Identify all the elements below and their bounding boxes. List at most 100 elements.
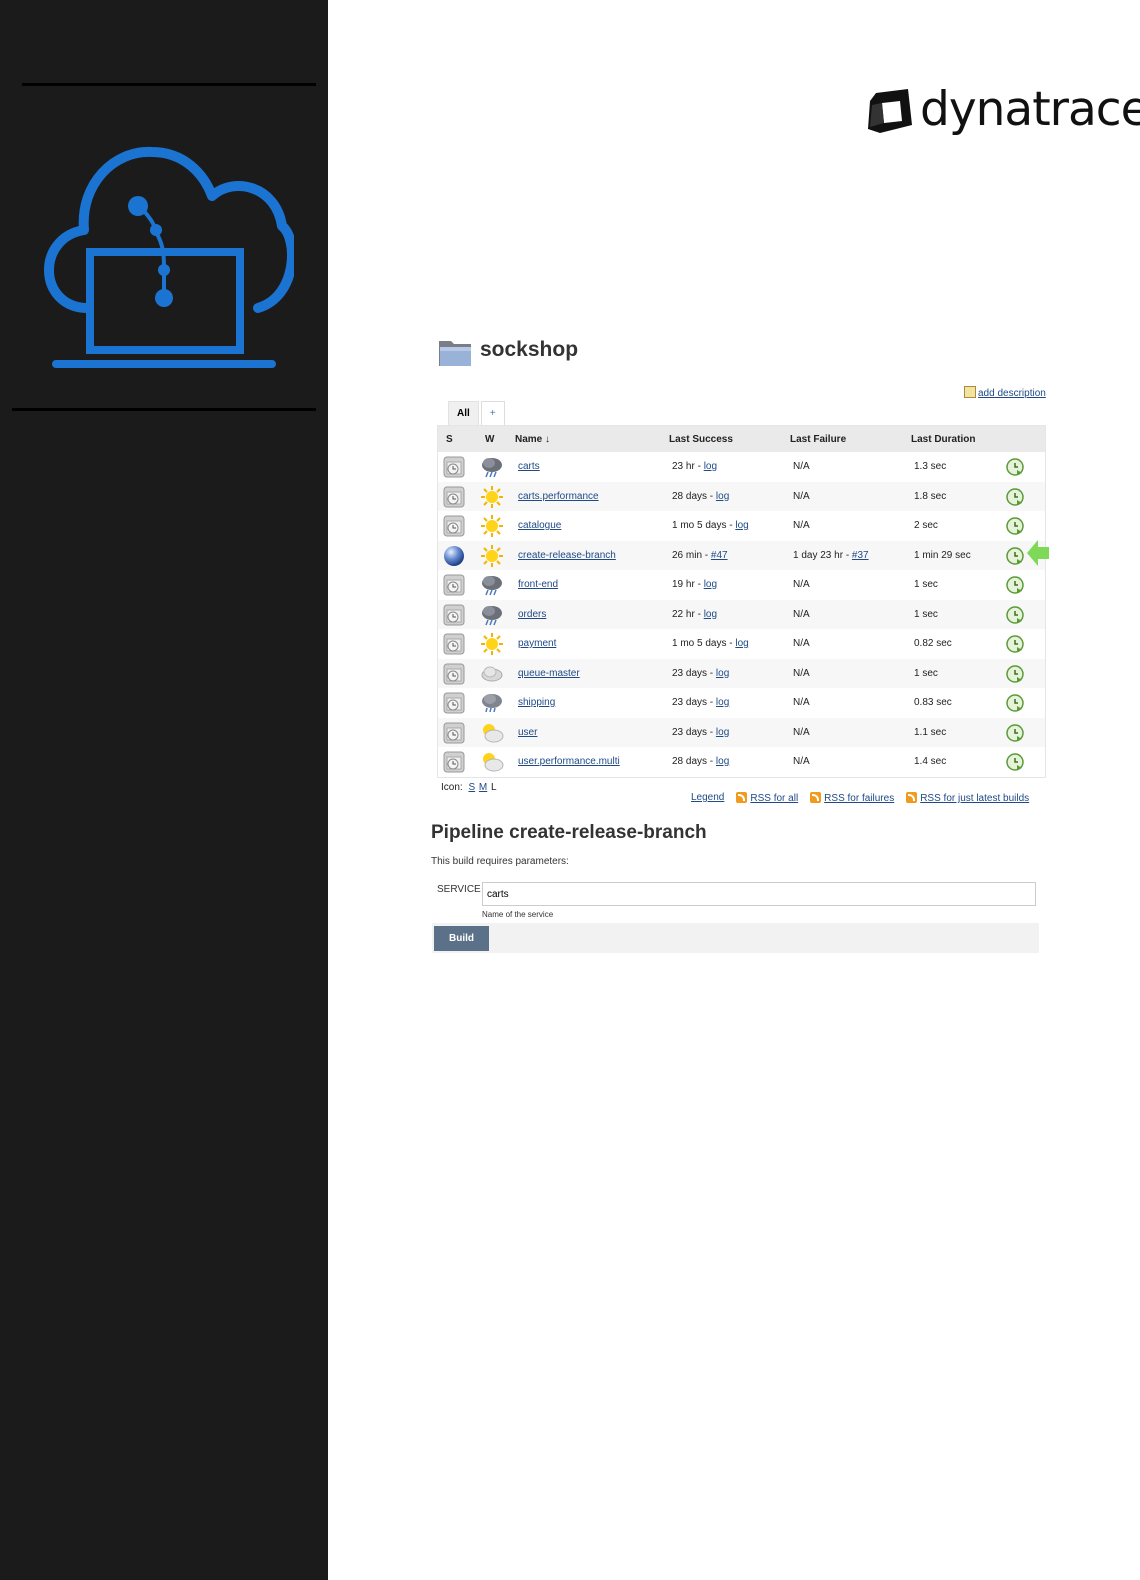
tab-all[interactable]: All: [448, 401, 479, 426]
rss-icon: [736, 792, 748, 803]
last-success-link[interactable]: log: [704, 579, 717, 590]
weather-partly-cloudy-icon: [480, 721, 504, 745]
header-weather[interactable]: W: [485, 434, 494, 445]
job-name-link[interactable]: carts: [518, 461, 540, 472]
last-failure-cell: N/A: [793, 697, 810, 708]
rss-all-text[interactable]: RSS for all: [750, 793, 798, 804]
last-success-time: 23 hr -: [672, 461, 704, 472]
dynatrace-mark-icon: [868, 89, 912, 133]
pipeline-subtitle: This build requires parameters:: [431, 856, 569, 867]
schedule-build-icon[interactable]: [1006, 723, 1024, 742]
header-last-duration[interactable]: Last Duration: [911, 434, 975, 445]
tab-add-view[interactable]: +: [480, 401, 505, 426]
rss-all-link[interactable]: RSS for all: [736, 792, 798, 804]
rss-latest-link[interactable]: RSS for just latest builds: [906, 792, 1029, 804]
last-success-cell: 23 days - log: [672, 727, 729, 738]
disabled-project-status-icon: [443, 751, 465, 773]
last-failure-time: N/A: [793, 461, 810, 472]
last-success-time: 23 days -: [672, 667, 716, 679]
add-description-link[interactable]: add description: [964, 386, 1046, 399]
legend-link[interactable]: Legend: [691, 792, 724, 804]
bottom-divider: [12, 408, 316, 411]
last-success-time: 26 min -: [672, 549, 711, 561]
header-last-success[interactable]: Last Success: [669, 434, 733, 445]
disabled-project-status-icon: [443, 692, 465, 714]
last-duration-cell: 1 sec: [914, 608, 938, 620]
blue-ball-status-icon: [443, 545, 465, 567]
table-row: shipping 23 days - log N/A 0.83 sec: [438, 688, 1045, 718]
cloud-laptop-logo-icon: [44, 146, 294, 368]
schedule-build-icon[interactable]: [1006, 753, 1024, 771]
rss-failures-text[interactable]: RSS for failures: [824, 793, 894, 804]
table-row: payment 1 mo 5 days - log N/A 0.82 sec: [438, 629, 1045, 659]
last-failure-time: N/A: [793, 756, 810, 767]
last-success-link[interactable]: log: [716, 697, 729, 708]
job-name-link[interactable]: front-end: [518, 579, 558, 590]
view-tabs: All +: [448, 401, 505, 426]
last-success-link[interactable]: log: [716, 727, 729, 738]
table-row: user.performance.multi 28 days - log N/A 1.…: [438, 747, 1045, 777]
last-success-cell: 23 days - log: [672, 697, 729, 708]
job-name-link[interactable]: shipping: [518, 697, 555, 708]
schedule-build-icon[interactable]: [1006, 694, 1024, 712]
schedule-build-icon[interactable]: [1006, 664, 1024, 683]
job-name-link[interactable]: payment: [518, 638, 556, 649]
disabled-project-status-icon: [443, 633, 465, 655]
last-success-link[interactable]: log: [716, 668, 729, 679]
table-row: user 23 days - log N/A 1.1 sec: [438, 717, 1045, 747]
last-failure-cell: N/A: [793, 727, 810, 738]
weather-cloudy-icon: [480, 662, 504, 686]
last-success-link[interactable]: log: [716, 491, 729, 502]
schedule-build-icon[interactable]: [1006, 576, 1024, 594]
header-name[interactable]: Name ↓: [515, 434, 550, 445]
schedule-build-icon[interactable]: [1006, 605, 1024, 624]
job-name-link[interactable]: orders: [518, 609, 546, 620]
rss-latest-text[interactable]: RSS for just latest builds: [920, 793, 1029, 804]
schedule-build-icon[interactable]: [1006, 458, 1024, 476]
last-success-cell: 19 hr - log: [672, 579, 717, 590]
last-failure-cell: N/A: [793, 579, 810, 590]
schedule-build-icon[interactable]: [1006, 487, 1024, 506]
last-success-link[interactable]: log: [716, 756, 729, 767]
icon-size-small[interactable]: S: [468, 782, 475, 793]
header-last-failure[interactable]: Last Failure: [790, 434, 846, 445]
last-success-link[interactable]: log: [735, 638, 748, 649]
last-failure-cell: N/A: [793, 520, 810, 531]
job-name-link[interactable]: user: [518, 727, 537, 738]
weather-storm-icon: [480, 455, 504, 479]
schedule-build-icon[interactable]: [1006, 517, 1024, 535]
build-button[interactable]: Build: [434, 926, 489, 951]
add-description-text[interactable]: add description: [978, 388, 1046, 399]
service-param-input[interactable]: [482, 882, 1036, 906]
job-name-link[interactable]: queue-master: [518, 668, 580, 679]
job-name-link[interactable]: carts.performance: [518, 491, 599, 502]
table-row: front-end 19 hr - log N/A 1 sec: [438, 570, 1045, 600]
last-success-link[interactable]: #47: [711, 550, 728, 561]
header-status[interactable]: S: [446, 434, 453, 445]
last-success-link[interactable]: log: [704, 461, 717, 472]
rss-failures-link[interactable]: RSS for failures: [810, 792, 894, 804]
disabled-project-status-icon: [443, 722, 465, 744]
weather-sunny-icon: [480, 632, 504, 656]
job-name-link[interactable]: user.performance.multi: [518, 756, 620, 767]
schedule-build-icon[interactable]: [1006, 635, 1024, 653]
icon-size-label: Icon:: [441, 782, 463, 793]
last-success-link[interactable]: log: [735, 520, 748, 531]
last-duration-cell: 2 sec: [914, 520, 938, 531]
schedule-build-icon[interactable]: [1006, 546, 1024, 565]
table-row: catalogue 1 mo 5 days - log N/A 2 sec: [438, 511, 1045, 541]
disabled-project-status-icon: [443, 604, 465, 626]
icon-size-medium[interactable]: M: [479, 782, 487, 793]
last-success-time: 28 days -: [672, 490, 716, 502]
last-success-time: 23 days -: [672, 697, 716, 708]
table-row: create-release-branch 26 min - #47 1 day 2…: [438, 540, 1045, 570]
weather-partly-cloudy-icon: [480, 750, 504, 774]
dynatrace-logo: dynatrace: [866, 82, 1140, 144]
job-name-link[interactable]: catalogue: [518, 520, 561, 531]
job-name-link[interactable]: create-release-branch: [518, 550, 616, 561]
last-success-link[interactable]: log: [704, 609, 717, 620]
edit-note-icon: [964, 386, 976, 398]
last-failure-build-link[interactable]: #37: [852, 550, 869, 561]
last-success-time: 1 mo 5 days -: [672, 638, 736, 649]
weather-storm-icon: [480, 573, 504, 597]
